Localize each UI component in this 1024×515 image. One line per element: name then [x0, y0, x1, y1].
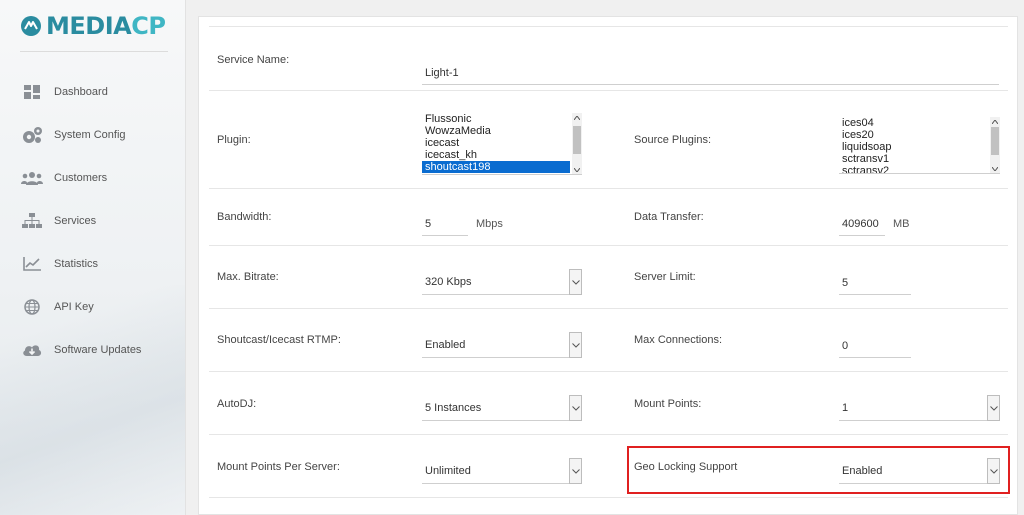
list-item[interactable]: ices04 [839, 117, 1000, 129]
service-name-label: Service Name: [217, 54, 290, 66]
service-name-row: Service Name: Light-1 [209, 26, 1008, 91]
rtmp-select[interactable]: Enabled [422, 332, 582, 358]
list-item[interactable]: liquidsoap [839, 141, 1000, 153]
autodj-select[interactable]: 5 Instances [422, 395, 582, 421]
gears-icon [21, 125, 43, 145]
chevron-down-icon[interactable] [987, 395, 1000, 421]
autodj-value: 5 Instances [425, 402, 482, 414]
geo-locking-select[interactable]: Enabled [839, 458, 1000, 484]
list-item[interactable]: sctransv1 [839, 153, 1000, 165]
source-plugins-listbox[interactable]: ices04 ices20 liquidsoap sctransv1 sctra… [839, 117, 1000, 174]
bandwidth-row: Bandwidth: 5 Mbps Data Transfer: 409600 … [209, 189, 1008, 246]
sidebar-item-software-updates[interactable]: Software Updates [0, 328, 186, 371]
chevron-down-icon[interactable] [569, 269, 582, 295]
autodj-label: AutoDJ: [217, 398, 257, 410]
list-item[interactable]: WowzaMedia [422, 125, 582, 137]
sidebar-item-label: Statistics [54, 257, 99, 270]
list-item[interactable]: icecast_kh [422, 149, 582, 161]
source-plugins-label: Source Plugins: [634, 134, 712, 146]
sidebar-item-label: Services [54, 214, 97, 227]
mount-points-value: 1 [842, 402, 849, 414]
chevron-down-icon[interactable] [569, 332, 582, 358]
mount-per-server-row: Mount Points Per Server: Unlimited Geo L… [209, 435, 1008, 498]
sidebar-item-statistics[interactable]: Statistics [0, 242, 186, 285]
scroll-up-icon[interactable] [573, 114, 581, 122]
mount-points-select[interactable]: 1 [839, 395, 1000, 421]
data-transfer-input[interactable]: 409600 [839, 212, 885, 236]
service-name-input[interactable]: Light-1 [422, 61, 999, 85]
sidebar-item-label: Customers [54, 171, 108, 184]
geo-locking-label: Geo Locking Support [634, 461, 738, 473]
dashboard-icon [21, 82, 43, 102]
users-icon [21, 168, 43, 188]
sidebar-nav: Dashboard System Config Customers Servic… [0, 70, 186, 371]
data-transfer-unit: MB [893, 218, 910, 230]
mediacp-logo[interactable]: MEDIACP [20, 12, 166, 40]
sidebar-item-customers[interactable]: Customers [0, 156, 186, 199]
list-item[interactable]: sctransv2 [839, 165, 1000, 173]
mount-points-per-server-label: Mount Points Per Server: [217, 461, 340, 473]
sidebar-item-services[interactable]: Services [0, 199, 186, 242]
logo-mark-icon [21, 16, 41, 36]
max-bitrate-select[interactable]: 320 Kbps [422, 269, 582, 295]
sidebar-item-label: System Config [54, 128, 126, 141]
service-form-card: Service Name: Light-1 Plugin: Flussonic … [198, 16, 1018, 515]
geo-locking-value: Enabled [842, 465, 883, 477]
rtmp-label: Shoutcast/Icecast RTMP: [217, 334, 341, 346]
plugins-row: Plugin: Flussonic WowzaMedia icecast ice… [209, 91, 1008, 189]
sidebar-item-api-key[interactable]: API Key [0, 285, 186, 328]
scroll-down-icon[interactable] [573, 166, 581, 174]
scrollbar-thumb[interactable] [991, 127, 999, 155]
sitemap-icon [21, 211, 43, 231]
cloud-download-icon [21, 340, 43, 360]
max-connections-input[interactable]: 0 [839, 334, 911, 358]
plugin-label: Plugin: [217, 134, 251, 146]
sidebar-item-label: Dashboard [54, 85, 108, 98]
max-connections-label: Max Connections: [634, 334, 723, 346]
source-plugins-scrollbar[interactable] [990, 117, 1000, 173]
list-item[interactable]: ices20 [839, 129, 1000, 141]
plugin-listbox[interactable]: Flussonic WowzaMedia icecast icecast_kh … [422, 113, 582, 175]
chart-line-icon [21, 254, 43, 274]
sidebar-item-label: Software Updates [54, 343, 142, 356]
sidebar-item-dashboard[interactable]: Dashboard [0, 70, 186, 113]
list-item-selected[interactable]: shoutcast198 [422, 161, 570, 173]
max-bitrate-label: Max. Bitrate: [217, 271, 279, 283]
logo-text: MEDIACP [46, 12, 166, 40]
server-limit-input[interactable]: 5 [839, 271, 911, 295]
autodj-row: AutoDJ: 5 Instances Mount Points: 1 [209, 372, 1008, 435]
bandwidth-input[interactable]: 5 [422, 212, 468, 236]
max-bitrate-value: 320 Kbps [425, 276, 472, 288]
chevron-down-icon[interactable] [569, 458, 582, 484]
scroll-down-icon[interactable] [991, 165, 999, 173]
scrollbar-thumb[interactable] [573, 126, 581, 154]
chevron-down-icon[interactable] [569, 395, 582, 421]
bandwidth-label: Bandwidth: [217, 211, 272, 223]
mount-points-per-server-value: Unlimited [425, 465, 471, 477]
rtmp-value: Enabled [425, 339, 466, 351]
server-limit-label: Server Limit: [634, 271, 696, 283]
sidebar: MEDIACP Dashboard System Config Customer… [0, 0, 186, 515]
globe-icon [21, 297, 43, 317]
plugin-scrollbar[interactable] [572, 113, 582, 174]
sidebar-item-system-config[interactable]: System Config [0, 113, 186, 156]
list-item[interactable]: icecast [422, 137, 582, 149]
mount-points-label: Mount Points: [634, 398, 702, 410]
bandwidth-unit: Mbps [476, 218, 503, 230]
list-item[interactable]: Flussonic [422, 113, 582, 125]
chevron-down-icon[interactable] [987, 458, 1000, 484]
data-transfer-label: Data Transfer: [634, 211, 704, 223]
sidebar-item-label: API Key [54, 300, 94, 313]
rtmp-row: Shoutcast/Icecast RTMP: Enabled Max Conn… [209, 309, 1008, 372]
mount-points-per-server-select[interactable]: Unlimited [422, 458, 582, 484]
logo-divider [20, 51, 168, 52]
scroll-up-icon[interactable] [991, 118, 999, 126]
bitrate-row: Max. Bitrate: 320 Kbps Server Limit: 5 [209, 246, 1008, 309]
